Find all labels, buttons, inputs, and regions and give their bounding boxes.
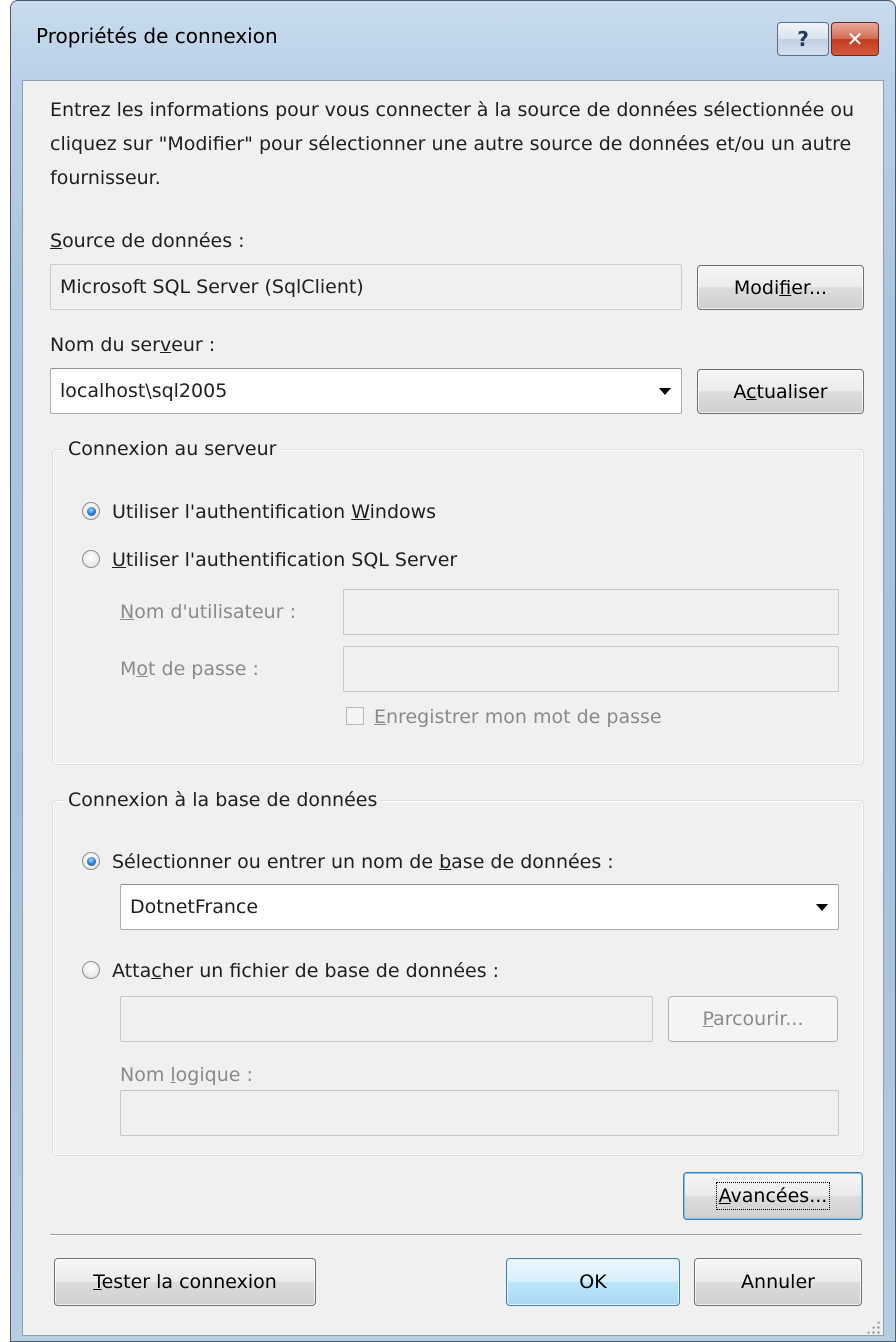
database-name-value: DotnetFrance <box>130 896 259 918</box>
window-title: Propriétés de connexion <box>36 24 278 48</box>
advanced-button[interactable]: Avancées... <box>683 1172 863 1220</box>
intro-text: Entrez les informations pour vous connec… <box>50 99 854 189</box>
save-password-label[interactable]: Enregistrer mon mot de passe <box>374 705 662 729</box>
server-name-label: Nom du serveur : <box>50 334 216 356</box>
windows-auth-label[interactable]: Utiliser l'authentification Windows <box>112 500 436 524</box>
password-label: Mot de passe : <box>120 658 259 680</box>
attach-file-label[interactable]: Attacher un fichier de base de données : <box>112 959 499 983</box>
advanced-button-label: Avancées... <box>715 1182 831 1210</box>
close-button[interactable]: ✕ <box>831 22 879 56</box>
save-password-checkbox[interactable] <box>346 707 364 725</box>
test-connection-button[interactable]: Tester la connexion <box>54 1258 316 1306</box>
help-button[interactable]: ? <box>777 22 829 56</box>
ok-button-label: OK <box>579 1271 607 1293</box>
select-database-label[interactable]: Sélectionner ou entrer un nom de base de… <box>112 850 614 874</box>
browse-button-label: Parcourir... <box>702 1008 804 1030</box>
sql-auth-radio[interactable] <box>82 550 100 568</box>
chevron-down-icon[interactable] <box>816 904 828 911</box>
radio-selected-icon <box>86 506 96 516</box>
sql-auth-label[interactable]: Utiliser l'authentification SQL Server <box>112 548 457 572</box>
separator <box>50 1234 862 1236</box>
server-name-combobox[interactable]: localhost\sql2005 <box>50 368 682 414</box>
refresh-button-label: Actualiser <box>733 380 828 403</box>
windows-auth-radio[interactable] <box>82 502 100 520</box>
attach-file-path-input[interactable] <box>120 996 653 1042</box>
logical-name-label: Nom logique : <box>120 1064 253 1086</box>
server-name-value: localhost\sql2005 <box>60 380 228 402</box>
password-input[interactable] <box>343 646 839 692</box>
data-source-value: Microsoft SQL Server (SqlClient) <box>60 276 364 298</box>
modify-button[interactable]: Modifier... <box>697 265 864 310</box>
test-connection-label: Tester la connexion <box>93 1271 277 1293</box>
modify-button-label: Modifier... <box>733 276 828 299</box>
ok-button[interactable]: OK <box>506 1258 680 1306</box>
data-source-label: Source de données : <box>50 230 245 252</box>
cancel-button[interactable]: Annuler <box>694 1258 862 1306</box>
refresh-button[interactable]: Actualiser <box>697 369 864 414</box>
database-name-combobox[interactable]: DotnetFrance <box>120 884 839 930</box>
select-database-radio[interactable] <box>82 852 100 870</box>
attach-file-radio[interactable] <box>82 961 100 979</box>
help-icon: ? <box>797 27 809 51</box>
database-legend: Connexion à la base de données <box>64 788 382 812</box>
radio-selected-icon <box>86 856 96 866</box>
username-label: Nom d'utilisateur : <box>120 601 296 623</box>
server-logon-legend: Connexion au serveur <box>64 437 281 461</box>
data-source-field: Microsoft SQL Server (SqlClient) <box>50 264 682 310</box>
browse-button[interactable]: Parcourir... <box>668 996 838 1042</box>
cancel-button-label: Annuler <box>741 1271 815 1293</box>
close-icon: ✕ <box>846 27 864 51</box>
username-input[interactable] <box>343 589 839 635</box>
chevron-down-icon[interactable] <box>659 388 671 395</box>
logical-name-input[interactable] <box>120 1090 839 1136</box>
